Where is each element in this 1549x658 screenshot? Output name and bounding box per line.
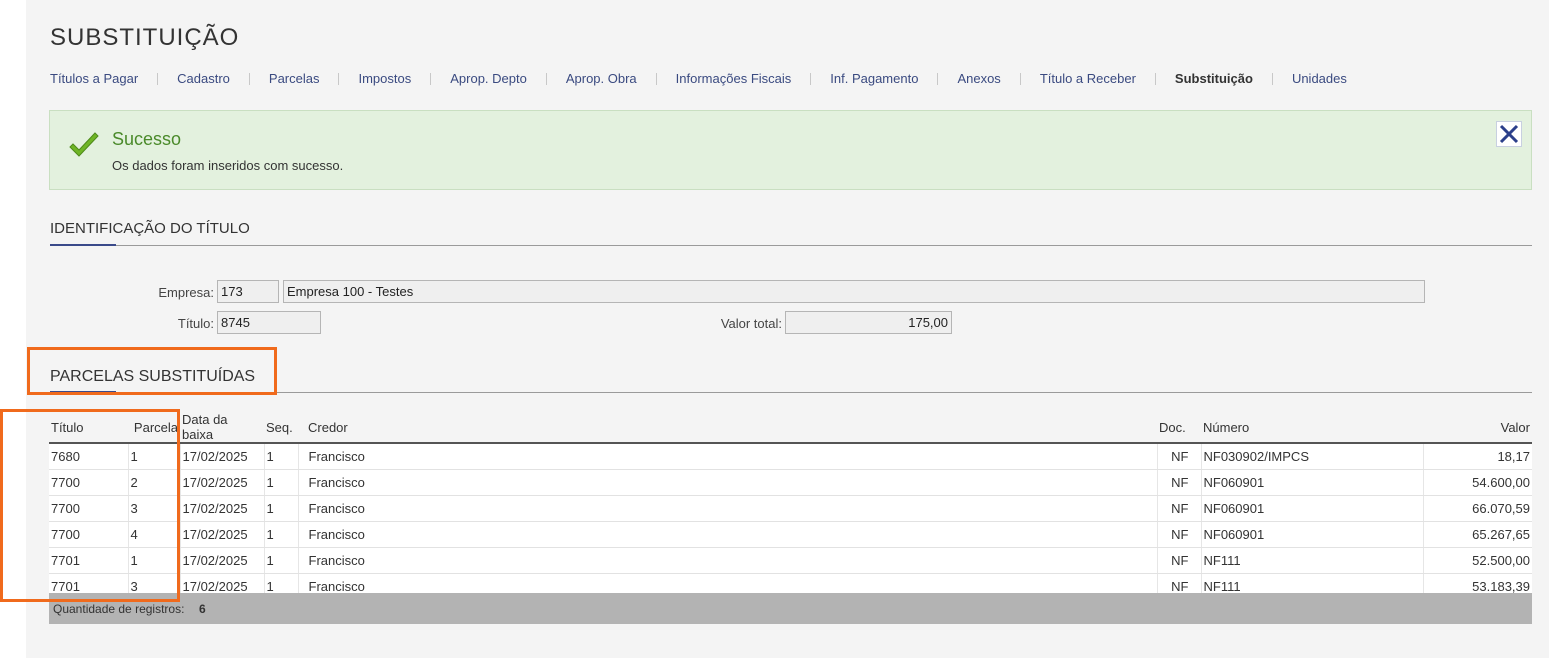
tab-cadastro[interactable]: Cadastro <box>177 71 230 86</box>
annotation-highlight-section <box>27 347 277 395</box>
empresa-code-field[interactable] <box>217 280 279 303</box>
valor-total-label: Valor total: <box>720 316 782 331</box>
col-header-doc[interactable]: Doc. <box>1157 412 1201 444</box>
tab-anexos[interactable]: Anexos <box>957 71 1000 86</box>
table-header-row: Título Parcela Data da baixa Seq. Credor… <box>49 412 1532 444</box>
tab-separator <box>810 72 812 85</box>
table-footer: Quantidade de registros: 6 <box>49 593 1532 624</box>
cell-valor: 65.267,65 <box>1422 521 1532 548</box>
cell-doc: NF <box>1156 443 1201 470</box>
parcelas-table: Título Parcela Data da baixa Seq. Credor… <box>49 412 1532 600</box>
alert-title: Sucesso <box>112 129 182 149</box>
tab-parcelas[interactable]: Parcelas <box>269 71 320 86</box>
cell-seq: 1 <box>263 495 298 522</box>
cell-data: 17/02/2025 <box>179 521 264 548</box>
tab-separator <box>937 72 939 85</box>
valor-total-field[interactable] <box>785 311 952 334</box>
tab-bar: Títulos a Pagar Cadastro Parcelas Impostos A… <box>50 71 1347 86</box>
tab-separator <box>545 72 547 85</box>
cell-credor: Francisco <box>297 521 1157 548</box>
empresa-label: Empresa: <box>158 285 214 300</box>
tab-aprop-obra[interactable]: Aprop. Obra <box>566 71 637 86</box>
tab-t-tulo-a-receber[interactable]: Título a Receber <box>1040 71 1136 86</box>
col-header-credor[interactable]: Credor <box>298 412 1157 444</box>
close-button[interactable] <box>1496 121 1522 147</box>
success-alert: Sucesso Os dados foram inseridos com suc… <box>49 110 1532 190</box>
annotation-highlight-columns <box>0 409 180 602</box>
cell-credor: Francisco <box>297 547 1157 574</box>
table-row[interactable]: 7680 1 17/02/2025 1 Francisco NF NF030902/IMPC… <box>49 443 1532 470</box>
tab-separator <box>1271 72 1273 85</box>
tab-separator <box>1019 72 1021 85</box>
tab-aprop-depto[interactable]: Aprop. Depto <box>450 71 527 86</box>
cell-data: 17/02/2025 <box>179 443 264 470</box>
cell-credor: Francisco <box>297 469 1157 496</box>
cell-data: 17/02/2025 <box>179 495 264 522</box>
section-title-identificacao: IDENTIFICAÇÃO DO TÍTULO <box>50 220 250 237</box>
col-header-numero[interactable]: Número <box>1201 412 1423 444</box>
empresa-name-field[interactable] <box>283 280 1425 303</box>
table-row[interactable]: 7701 1 17/02/2025 1 Francisco NF NF111 52.500,0… <box>49 547 1532 574</box>
cell-doc: NF <box>1156 547 1201 574</box>
col-header-data-baixa[interactable]: Data da baixa <box>180 412 264 444</box>
tab-separator <box>338 72 340 85</box>
section-accent <box>50 244 116 246</box>
parcelas-grid: Título Parcela Data da baixa Seq. Credor… <box>49 412 1532 600</box>
alert-message: Os dados foram inseridos com sucesso. <box>112 158 344 173</box>
table-row[interactable]: 7700 2 17/02/2025 1 Francisco NF NF060901 54.60… <box>49 469 1532 496</box>
page-content: SUBSTITUIÇÃO Títulos a Pagar Cadastro Parc… <box>0 0 1549 658</box>
cell-valor: 18,17 <box>1422 443 1532 470</box>
check-icon <box>69 132 99 157</box>
cell-doc: NF <box>1156 495 1201 522</box>
cell-doc: NF <box>1156 469 1201 496</box>
tab-t-tulos-a-pagar[interactable]: Títulos a Pagar <box>50 71 138 86</box>
cell-numero: NF111 <box>1200 547 1423 574</box>
cell-credor: Francisco <box>297 443 1157 470</box>
page-title: SUBSTITUIÇÃO <box>50 24 240 51</box>
record-count-label: Quantidade de registros: <box>53 602 185 616</box>
cell-valor: 66.070,59 <box>1422 495 1532 522</box>
tab-unidades[interactable]: Unidades <box>1292 71 1347 86</box>
cell-numero: NF060901 <box>1200 469 1423 496</box>
cell-data: 17/02/2025 <box>179 469 264 496</box>
tab-inf-pagamento[interactable]: Inf. Pagamento <box>830 71 918 86</box>
tab-separator <box>430 72 432 85</box>
tab-impostos[interactable]: Impostos <box>358 71 411 86</box>
cell-data: 17/02/2025 <box>179 547 264 574</box>
record-count-value: 6 <box>199 602 206 616</box>
cell-doc: NF <box>1156 521 1201 548</box>
close-icon <box>1499 124 1519 144</box>
tab-separator <box>655 72 657 85</box>
tab-substitui-o[interactable]: Substituição <box>1175 71 1253 86</box>
col-header-valor[interactable]: Valor <box>1423 412 1532 444</box>
cell-valor: 54.600,00 <box>1422 469 1532 496</box>
titulo-field[interactable] <box>217 311 321 334</box>
section-divider <box>50 245 1532 246</box>
tab-separator <box>1154 72 1156 85</box>
table-row[interactable]: 7700 4 17/02/2025 1 Francisco NF NF060901 65.26… <box>49 521 1532 548</box>
cell-seq: 1 <box>263 469 298 496</box>
col-header-seq[interactable]: Seq. <box>264 412 298 444</box>
cell-valor: 52.500,00 <box>1422 547 1532 574</box>
cell-numero: NF060901 <box>1200 521 1423 548</box>
tab-separator <box>157 72 159 85</box>
cell-seq: 1 <box>263 547 298 574</box>
cell-seq: 1 <box>263 443 298 470</box>
cell-credor: Francisco <box>297 495 1157 522</box>
table-row[interactable]: 7700 3 17/02/2025 1 Francisco NF NF060901 66.07… <box>49 495 1532 522</box>
titulo-label: Título: <box>177 316 214 331</box>
cell-seq: 1 <box>263 521 298 548</box>
cell-numero: NF060901 <box>1200 495 1423 522</box>
cell-numero: NF030902/IMPCS <box>1200 443 1423 470</box>
tab-separator <box>248 72 250 85</box>
tab-informa-es-fiscais[interactable]: Informações Fiscais <box>676 71 792 86</box>
